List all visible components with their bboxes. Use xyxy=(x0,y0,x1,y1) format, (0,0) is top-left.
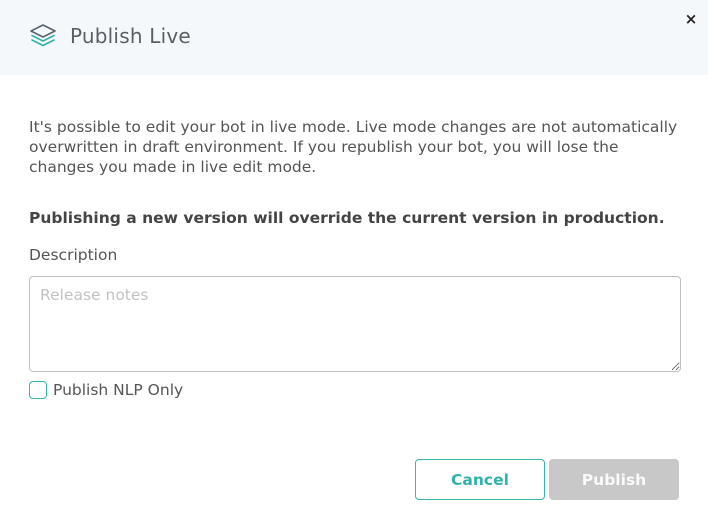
publish-button[interactable]: Publish xyxy=(549,459,679,500)
live-mode-info-text: It's possible to edit your bot in live m… xyxy=(29,118,678,176)
cancel-button[interactable]: Cancel xyxy=(415,459,545,500)
publish-live-dialog: Publish Live × It's possible to edit you… xyxy=(0,0,708,519)
close-icon[interactable]: × xyxy=(682,10,700,28)
publish-nlp-only-row[interactable]: Publish NLP Only xyxy=(29,381,183,399)
override-warning-text: Publishing a new version will override t… xyxy=(29,209,665,227)
dialog-title: Publish Live xyxy=(70,24,191,48)
description-textarea[interactable] xyxy=(29,276,681,372)
publish-nlp-only-checkbox[interactable] xyxy=(29,381,47,399)
dialog-header: Publish Live xyxy=(0,0,708,75)
publish-nlp-only-label[interactable]: Publish NLP Only xyxy=(53,381,183,399)
layers-icon xyxy=(28,22,58,50)
description-label: Description xyxy=(29,246,118,264)
